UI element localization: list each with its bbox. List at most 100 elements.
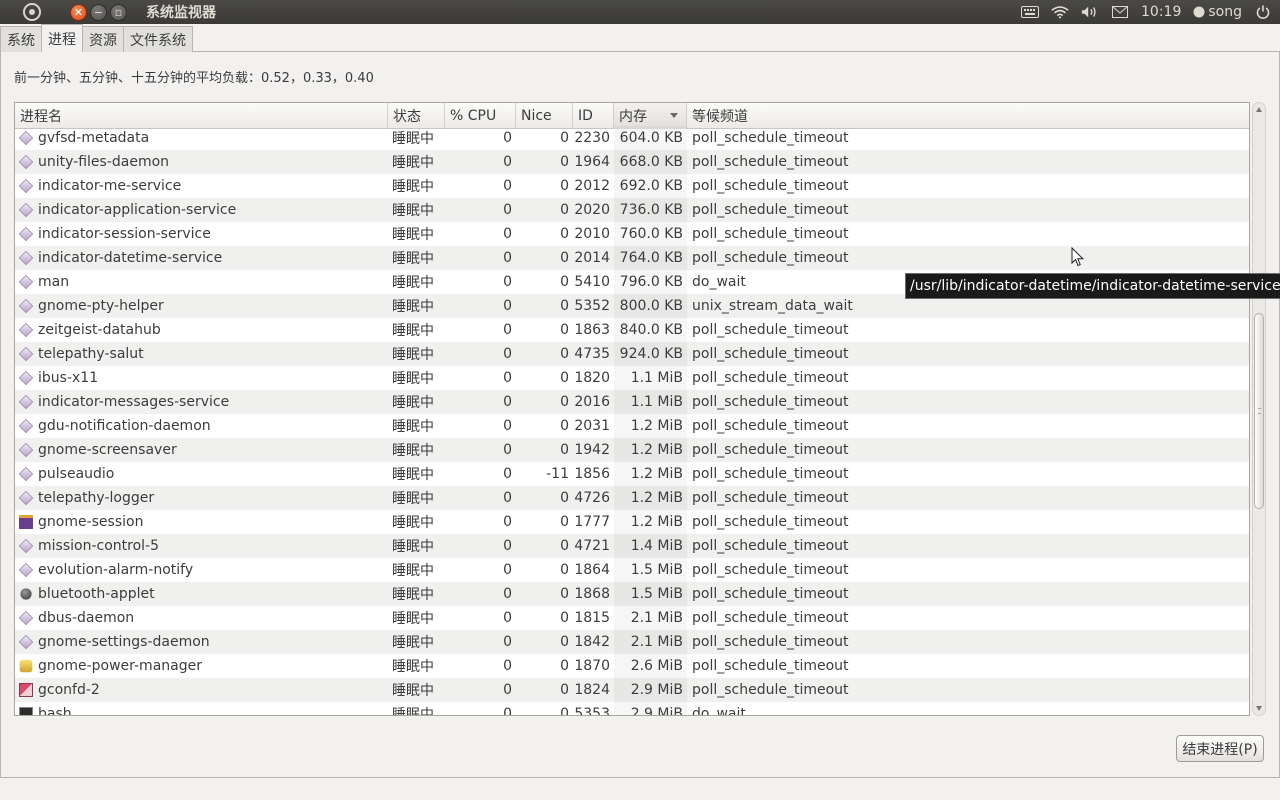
- tab-resources[interactable]: 资源: [82, 26, 124, 52]
- cell-memory: 1.5 MiB: [614, 582, 687, 606]
- cell-nice: 0: [516, 414, 573, 438]
- tab-system[interactable]: 系统: [0, 26, 42, 52]
- keyboard-icon[interactable]: [1021, 3, 1040, 21]
- cell-status-text: 睡眠中: [392, 419, 434, 435]
- cell-id-text: 2230: [574, 130, 610, 146]
- cell-status-text: 睡眠中: [392, 611, 434, 627]
- cell-wait-channel-text: do_wait: [692, 274, 746, 290]
- process-diamond-icon: [18, 154, 34, 170]
- clock[interactable]: 10:19: [1141, 4, 1181, 20]
- table-row[interactable]: ibus-x11 睡眠中 0 0 1820 1.1 MiB poll_schedule_ti…: [15, 366, 1249, 390]
- cell-id-text: 1863: [574, 322, 610, 338]
- table-row[interactable]: gnome-settings-daemon 睡眠中 0 0 1842 2.1 MiB pol…: [15, 630, 1249, 654]
- cell-id: 1856: [573, 462, 614, 486]
- cell-memory: 1.2 MiB: [614, 462, 687, 486]
- cell-wait-channel: poll_schedule_timeout: [687, 198, 1249, 222]
- table-row[interactable]: telepathy-logger 睡眠中 0 0 4726 1.2 MiB poll_sch…: [15, 486, 1249, 510]
- table-row[interactable]: gnome-power-manager 睡眠中 0 0 1870 2.6 MiB poll_…: [15, 654, 1249, 678]
- window-close-button[interactable]: ✕: [70, 3, 87, 21]
- process-table[interactable]: 进程名 状态 % CPU Nice ID 内存 等候频道 gvfsd-metad…: [14, 102, 1250, 716]
- cell-wait-channel-text: poll_schedule_timeout: [692, 154, 849, 170]
- cell-id-text: 4721: [574, 538, 610, 554]
- cell-memory: 604.0 KB: [614, 126, 687, 150]
- wifi-icon[interactable]: [1051, 3, 1069, 21]
- scrollbar-thumb[interactable]: [1254, 313, 1264, 509]
- process-diamond-icon: [18, 562, 34, 578]
- table-row[interactable]: indicator-me-service 睡眠中 0 0 2012 692.0 KB pol…: [15, 174, 1249, 198]
- cell-memory: 1.4 MiB: [614, 534, 687, 558]
- cell-memory: 1.2 MiB: [614, 414, 687, 438]
- cell-memory: 692.0 KB: [614, 174, 687, 198]
- power-icon[interactable]: [1254, 3, 1272, 21]
- cell-cpu: 0: [445, 126, 516, 150]
- volume-icon[interactable]: [1081, 3, 1099, 21]
- cell-memory: 840.0 KB: [614, 318, 687, 342]
- cell-id-text: 5410: [574, 274, 610, 290]
- cell-id: 1863: [573, 318, 614, 342]
- vertical-scrollbar[interactable]: [1252, 102, 1266, 716]
- cell-status-text: 睡眠中: [392, 347, 434, 363]
- table-row[interactable]: gconfd-2 睡眠中 0 0 1824 2.9 MiB poll_schedule_ti…: [15, 678, 1249, 702]
- scroll-up-arrow-icon[interactable]: [1256, 107, 1262, 112]
- cell-status-text: 睡眠中: [392, 179, 434, 195]
- table-row[interactable]: indicator-datetime-service 睡眠中 0 0 2014 764.0…: [15, 246, 1249, 270]
- table-row[interactable]: indicator-application-service 睡眠中 0 0 2020 73…: [15, 198, 1249, 222]
- table-row[interactable]: gdu-notification-daemon 睡眠中 0 0 2031 1.2 MiB p…: [15, 414, 1249, 438]
- sort-descending-icon: [670, 113, 678, 118]
- cell-cpu: 0: [445, 462, 516, 486]
- cell-status: 睡眠中: [388, 534, 445, 558]
- cell-nice-text: 0: [560, 322, 569, 338]
- cell-process-name: zeitgeist-datahub: [15, 318, 388, 342]
- table-row[interactable]: telepathy-salut 睡眠中 0 0 4735 924.0 KB poll_sch…: [15, 342, 1249, 366]
- window-minimize-button[interactable]: −: [90, 3, 107, 21]
- cell-wait-channel-text: poll_schedule_timeout: [692, 130, 849, 146]
- table-row[interactable]: evolution-alarm-notify 睡眠中 0 0 1864 1.5 MiB po…: [15, 558, 1249, 582]
- table-row[interactable]: mission-control-5 睡眠中 0 0 4721 1.4 MiB poll_sc…: [15, 534, 1249, 558]
- cell-memory-text: 1.4 MiB: [630, 538, 683, 554]
- table-row[interactable]: pulseaudio 睡眠中 0 -11 1856 1.2 MiB poll_schedul…: [15, 462, 1249, 486]
- cell-status: 睡眠中: [388, 558, 445, 582]
- scroll-down-arrow-icon[interactable]: [1256, 706, 1262, 711]
- mail-icon[interactable]: [1111, 3, 1129, 21]
- cell-status-text: 睡眠中: [392, 251, 434, 267]
- cell-process-name: telepathy-logger: [15, 486, 388, 510]
- cell-status: 睡眠中: [388, 678, 445, 702]
- tab-file-systems[interactable]: 文件系统: [123, 26, 193, 52]
- cell-memory: 2.1 MiB: [614, 606, 687, 630]
- cell-status: 睡眠中: [388, 510, 445, 534]
- cell-cpu: 0: [445, 558, 516, 582]
- dash-button[interactable]: [0, 0, 64, 24]
- table-row[interactable]: gnome-screensaver 睡眠中 0 0 1942 1.2 MiB poll_sc…: [15, 438, 1249, 462]
- cell-process-name-text: mission-control-5: [38, 538, 159, 554]
- cell-wait-channel: poll_schedule_timeout: [687, 414, 1249, 438]
- table-row[interactable]: indicator-messages-service 睡眠中 0 0 2016 1.1 M…: [15, 390, 1249, 414]
- table-row[interactable]: zeitgeist-datahub 睡眠中 0 0 1863 840.0 KB poll_s…: [15, 318, 1249, 342]
- cell-wait-channel: poll_schedule_timeout: [687, 222, 1249, 246]
- end-process-button[interactable]: 结束进程(P): [1176, 735, 1264, 762]
- table-row[interactable]: gnome-session 睡眠中 0 0 1777 1.2 MiB poll_schedu…: [15, 510, 1249, 534]
- cell-nice: 0: [516, 606, 573, 630]
- cell-process-name: mission-control-5: [15, 534, 388, 558]
- table-row[interactable]: dbus-daemon 睡眠中 0 0 1815 2.1 MiB poll_schedule…: [15, 606, 1249, 630]
- cell-status-text: 睡眠中: [392, 587, 434, 603]
- table-row[interactable]: bluetooth-applet 睡眠中 0 0 1868 1.5 MiB poll_sch…: [15, 582, 1249, 606]
- process-diamond-icon: [18, 274, 34, 290]
- cell-nice: 0: [516, 582, 573, 606]
- table-row[interactable]: unity-files-daemon 睡眠中 0 0 1964 668.0 KB poll_…: [15, 150, 1249, 174]
- tab-processes[interactable]: 进程: [41, 24, 83, 52]
- window-maximize-button[interactable]: ▫: [110, 3, 127, 21]
- process-diamond-icon: [18, 178, 34, 194]
- process-diamond-icon: [18, 298, 34, 314]
- cell-wait-channel: poll_schedule_timeout: [687, 678, 1249, 702]
- table-row[interactable]: gvfsd-metadata 睡眠中 0 0 2230 604.0 KB poll_sche…: [15, 126, 1249, 150]
- process-term-icon: [19, 707, 33, 715]
- cell-status: 睡眠中: [388, 414, 445, 438]
- user-menu[interactable]: song: [1193, 3, 1242, 21]
- table-row[interactable]: bash 睡眠中 0 0 5353 2.9 MiB do_wait: [15, 702, 1249, 715]
- cell-wait-channel-text: poll_schedule_timeout: [692, 202, 849, 218]
- table-row[interactable]: indicator-session-service 睡眠中 0 0 2010 760.0 …: [15, 222, 1249, 246]
- column-header-memory-label: 内存: [619, 109, 647, 125]
- indicator-area: 10:19 song: [1021, 0, 1280, 24]
- cell-status-text: 睡眠中: [392, 227, 434, 243]
- process-diamond-icon: [18, 322, 34, 338]
